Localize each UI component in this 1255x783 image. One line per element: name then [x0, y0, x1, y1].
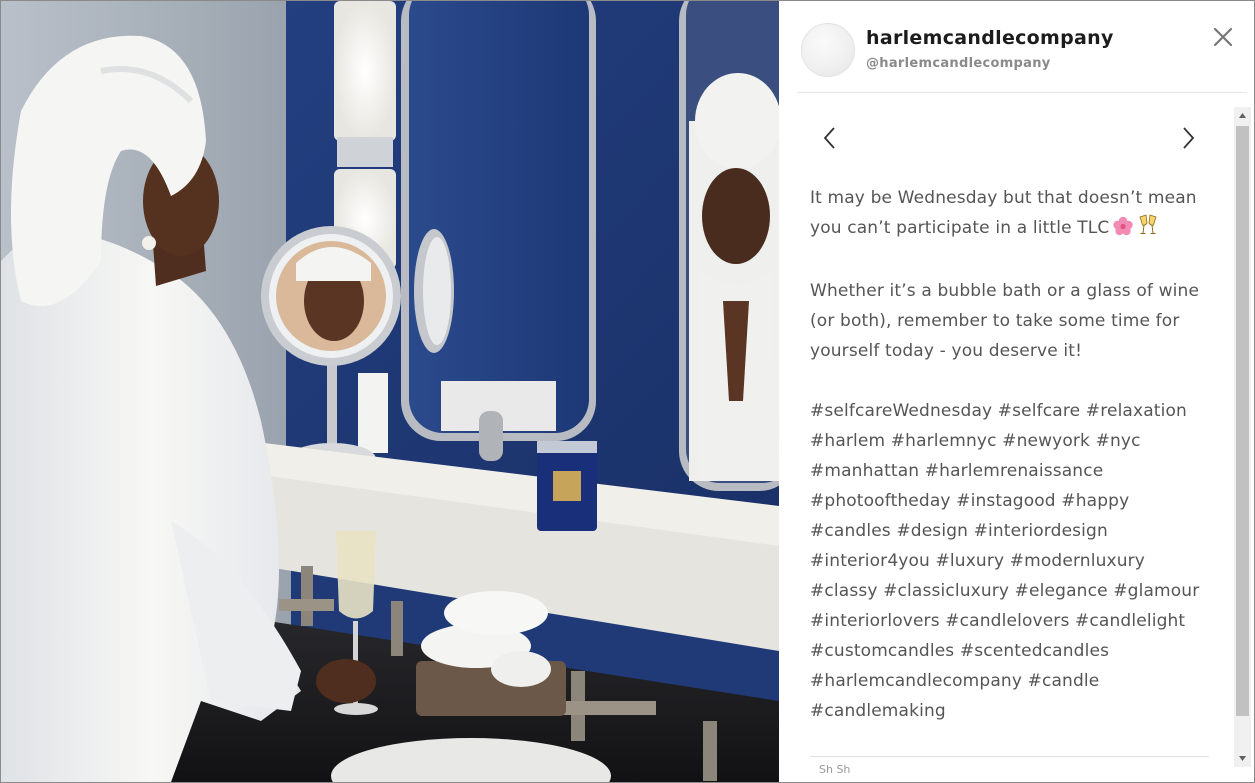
post-side-panel: harlemcandlecompany @harlemcandlecompany	[779, 1, 1254, 782]
user-handle[interactable]: @harlemcandlecompany	[866, 56, 1051, 71]
username[interactable]: harlemcandlecompany	[866, 27, 1114, 49]
caption-paragraph: Whether it’s a bubble bath or a glass of…	[810, 281, 1200, 361]
avatar[interactable]	[801, 23, 855, 77]
scrollbar[interactable]	[1234, 107, 1251, 767]
close-icon[interactable]	[1211, 25, 1235, 49]
clinking-glasses-emoji-icon	[1137, 214, 1159, 246]
post-content: It may be Wednesday but that doesn’t mea…	[779, 107, 1236, 782]
divider	[810, 756, 1209, 757]
chevron-left-icon[interactable]	[821, 124, 839, 152]
caption-hashtags[interactable]: #selfcareWednesday #selfcare #relaxation…	[810, 396, 1210, 726]
chevron-right-icon[interactable]	[1179, 124, 1197, 152]
post-header: harlemcandlecompany @harlemcandlecompany	[797, 1, 1247, 93]
post-photo[interactable]	[1, 1, 779, 782]
caption-paragraph: It may be Wednesday but that doesn’t mea…	[810, 183, 1210, 246]
bathroom-photo-illustration	[1, 1, 779, 782]
scroll-down-icon[interactable]	[1234, 750, 1251, 767]
flower-emoji-icon	[1112, 216, 1134, 246]
scroll-thumb[interactable]	[1236, 126, 1249, 716]
post-modal: harlemcandlecompany @harlemcandlecompany	[0, 0, 1255, 783]
post-caption: It may be Wednesday but that doesn’t mea…	[810, 183, 1210, 726]
footer-peek-text: Sh Sh	[819, 763, 851, 776]
scroll-up-icon[interactable]	[1234, 107, 1251, 124]
